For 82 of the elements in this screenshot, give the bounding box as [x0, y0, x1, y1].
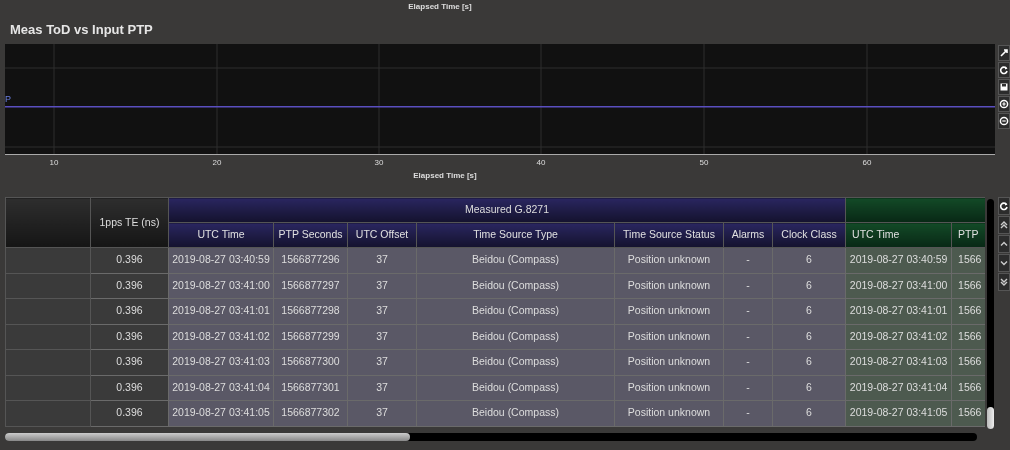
down-icon: [999, 258, 1009, 268]
tick-label: 50: [699, 158, 709, 168]
table-cell: 1566877302: [273, 400, 348, 426]
table-cell: Position unknown: [614, 400, 724, 426]
table-cell: 2019-08-27 03:41:00: [168, 273, 274, 299]
table-cell: Beidou (Compass): [416, 273, 615, 299]
tick-label: 10: [49, 158, 59, 168]
table-cell: 2019-08-27 03:41:04: [168, 375, 274, 401]
horizontal-scrollbar[interactable]: [5, 433, 977, 441]
double-up-icon: [999, 220, 1009, 230]
table-cell: 1566877300: [273, 349, 348, 375]
table-cell: 2019-08-27 03:41:05: [845, 400, 952, 426]
table-cell: 1566877297: [273, 273, 348, 299]
table-cell: Position unknown: [614, 375, 724, 401]
column-header: UTC Time: [845, 222, 952, 248]
column-header: Time Source Status: [614, 222, 724, 248]
double-down-button[interactable]: [998, 273, 1010, 291]
table-cell: Beidou (Compass): [416, 375, 615, 401]
table-cell: 2019-08-27 03:41:02: [845, 324, 952, 350]
legend-label: P: [5, 94, 11, 104]
down-button[interactable]: [998, 254, 1010, 272]
table-cell: 1566877296: [273, 247, 348, 273]
table-cell: Position unknown: [614, 247, 724, 273]
table-cell: 2019-08-27 03:41:03: [168, 349, 274, 375]
table-cell: 0.396: [90, 349, 169, 375]
table-cell: 0.396: [90, 324, 169, 350]
table-cell: Position unknown: [614, 298, 724, 324]
refresh-button[interactable]: [998, 62, 1010, 78]
table-cell: Beidou (Compass): [416, 349, 615, 375]
up-button[interactable]: [998, 235, 1010, 253]
table-cell: 2019-08-27 03:41:05: [168, 400, 274, 426]
tick-label: 60: [862, 158, 872, 168]
chart-title: Meas ToD vs Input PTP: [10, 21, 153, 40]
group-header: Measured G.8271: [168, 197, 846, 223]
table-cell: Beidou (Compass): [416, 298, 615, 324]
up-icon: [999, 239, 1009, 249]
save-button[interactable]: [998, 79, 1010, 95]
vertical-scrollbar[interactable]: [986, 199, 994, 429]
table-cell: 2019-08-27 03:40:59: [168, 247, 274, 273]
column-header: 1pps TE (ns): [90, 197, 169, 248]
scrollbar-thumb[interactable]: [986, 407, 994, 429]
save-icon: [999, 82, 1009, 92]
table-cell: 1566877299: [273, 324, 348, 350]
table-cell: 0.396: [90, 298, 169, 324]
refresh-icon: [999, 65, 1009, 75]
table-cell: Beidou (Compass): [416, 400, 615, 426]
table-cell: Beidou (Compass): [416, 324, 615, 350]
table-cell: 1566877298: [273, 298, 348, 324]
table-cell: 2019-08-27 03:40:59: [845, 247, 952, 273]
table-cell: Position unknown: [614, 273, 724, 299]
double-down-icon: [999, 277, 1009, 287]
refresh-button[interactable]: [998, 197, 1010, 215]
table-cell: 0.396: [90, 247, 169, 273]
table-cell: 1566877301: [273, 375, 348, 401]
double-up-button[interactable]: [998, 216, 1010, 234]
table-cell: 2019-08-27 03:41:01: [845, 298, 952, 324]
axis-label: Elapsed Time [s]: [408, 1, 472, 13]
resize-icon: [999, 48, 1009, 58]
zoom-in-button[interactable]: [998, 96, 1010, 112]
resize-button[interactable]: [998, 45, 1010, 61]
zoom-out-icon: [999, 116, 1009, 126]
refresh-icon: [999, 201, 1009, 211]
tick-label: 40: [536, 158, 546, 168]
table-cell: 2019-08-27 03:41:01: [168, 298, 274, 324]
tick-label: 20: [212, 158, 222, 168]
table-cell: 0.396: [90, 400, 169, 426]
column-header: UTC Time: [168, 222, 274, 248]
scrollbar-thumb[interactable]: [5, 433, 410, 441]
table-cell: 0.396: [90, 375, 169, 401]
table-cell: 2019-08-27 03:41:04: [845, 375, 952, 401]
table-cell: Position unknown: [614, 324, 724, 350]
table-cell: 2019-08-27 03:41:00: [845, 273, 952, 299]
axis-label: Elapsed Time [s]: [413, 171, 477, 182]
column-header: Time Source Type: [416, 222, 615, 248]
zoom-in-icon: [999, 99, 1009, 109]
table-cell: 2019-08-27 03:41:02: [168, 324, 274, 350]
tick-label: 30: [374, 158, 384, 168]
table-cell: 2019-08-27 03:41:03: [845, 349, 952, 375]
table-cell: Position unknown: [614, 349, 724, 375]
zoom-out-button[interactable]: [998, 113, 1010, 129]
table-cell: 0.396: [90, 273, 169, 299]
table-cell: Beidou (Compass): [416, 247, 615, 273]
